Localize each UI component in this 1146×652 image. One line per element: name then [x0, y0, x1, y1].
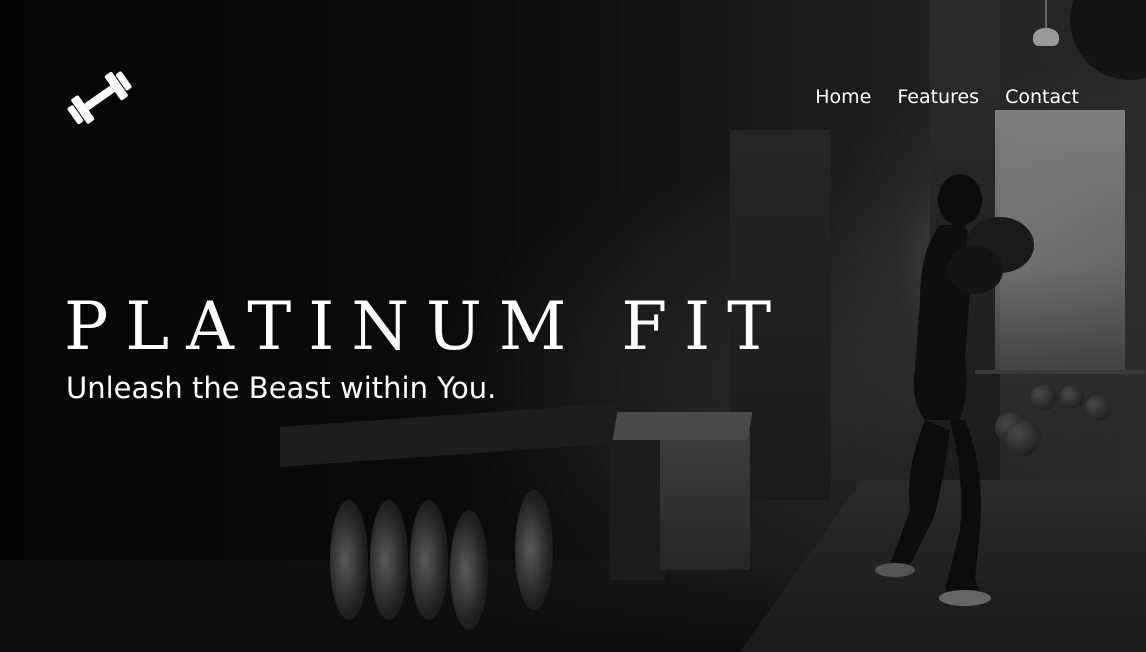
hero-title: PLATINUM FIT	[64, 288, 789, 365]
dumbbell-icon[interactable]	[62, 64, 136, 130]
weight-plate	[410, 500, 448, 620]
main-nav: Home Features Contact	[815, 86, 1079, 108]
kettlebell	[1085, 395, 1111, 421]
ceiling-lamp	[1033, 28, 1059, 46]
hero-section: Home Features Contact PLATINUM FIT Unlea…	[0, 0, 1146, 652]
kettlebell	[1060, 385, 1084, 409]
plyo-box-side	[610, 430, 665, 580]
weight-plate	[370, 500, 408, 620]
nav-contact-link[interactable]: Contact	[1005, 86, 1079, 108]
weight-shelf	[280, 403, 620, 467]
weight-plate	[515, 490, 553, 610]
lamp-cord	[1045, 0, 1047, 30]
nav-home-link[interactable]: Home	[815, 86, 871, 108]
hero-tagline: Unleash the Beast within You.	[66, 371, 497, 405]
heavy-bag	[1070, 0, 1146, 80]
weight-plate	[450, 510, 488, 630]
weight-plate	[330, 500, 368, 620]
plyo-box-front	[660, 430, 750, 570]
plyo-box-top	[612, 412, 753, 440]
boxer-silhouette	[875, 174, 1034, 606]
nav-features-link[interactable]: Features	[897, 86, 979, 108]
